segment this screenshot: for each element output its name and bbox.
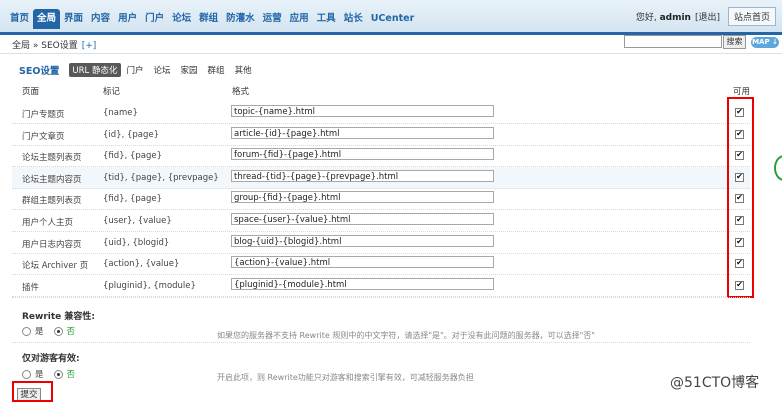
rewrite-yes-label: 是	[35, 327, 44, 337]
guest-only-options: 是 否	[22, 368, 75, 380]
header-enabled: 可用	[733, 87, 751, 97]
enabled-column-highlight	[727, 97, 754, 298]
guest-no-label: 否	[66, 370, 76, 380]
row-format-input[interactable]: {pluginid}-{module}.html	[231, 277, 494, 290]
row-page-name: 论坛主题内容页	[22, 174, 82, 185]
row-page-name: 用户日志内容页	[22, 239, 82, 250]
row-format-input[interactable]: topic-{name}.html	[231, 105, 494, 117]
row-page-name: 门户专题页	[22, 110, 65, 120]
row-format-input[interactable]: forum-{fid}-{page}.html	[231, 148, 494, 161]
rewrite-compat-title: Rewrite 兼容性:	[22, 312, 96, 322]
table-row: 插件 {pluginid}, {module} {pluginid}-{module…	[12, 275, 750, 297]
row-page-name: 插件	[22, 282, 40, 293]
rewrite-no-radio[interactable]	[53, 326, 63, 336]
row-format-input[interactable]: {action}-{value}.html	[231, 256, 494, 269]
table-row: 门户文章页 {id}, {page} article-{id}-{page}.htm…	[12, 124, 750, 146]
tab-home[interactable]: 家园	[181, 64, 198, 76]
table-row: 用户个人主页 {user}, {value} space-{user}-{value…	[12, 210, 750, 232]
user-area: 您好, admin [退出] 站点首页	[636, 7, 776, 26]
tab-group[interactable]: 群组	[208, 64, 225, 76]
nav-global[interactable]: 全局	[33, 9, 61, 29]
tab-other[interactable]: 其他	[235, 64, 252, 76]
row-mark: {id}, {page}	[103, 129, 160, 140]
map-button[interactable]: MAP ↓	[751, 37, 779, 48]
nav-webmaster[interactable]: 站长	[340, 9, 367, 29]
row-mark: {fid}, {page}	[103, 194, 163, 205]
nav-user[interactable]: 用户	[114, 9, 141, 29]
table-row: 用户日志内容页 {uid}, {blogid} blog-{uid}-{blogid…	[12, 232, 750, 254]
row-page-name: 论坛主题列表页	[22, 153, 82, 164]
row-mark: {tid}, {page}, {prevpage}	[103, 172, 219, 183]
guest-yes-radio[interactable]	[22, 369, 31, 379]
divider	[12, 342, 750, 343]
side-widget[interactable]	[774, 155, 782, 181]
tab-url-static[interactable]: URL 静态化	[69, 63, 121, 77]
row-mark: {uid}, {blogid}	[103, 237, 170, 248]
guest-only-title: 仅对游客有效:	[22, 354, 80, 364]
table-row: 门户专题页 {name} topic-{name}.html ✔	[12, 102, 750, 124]
table-row: 论坛 Archiver 页 {action}, {value} {action}-{…	[12, 253, 750, 276]
add-shortcut-link[interactable]: [+]	[82, 41, 97, 51]
username: admin	[659, 13, 691, 23]
table-row: 论坛主题内容页 {tid}, {page}, {prevpage} thread-{…	[12, 166, 750, 189]
nav-apps[interactable]: 应用	[286, 9, 313, 29]
table-row: 论坛主题列表页 {fid}, {page} forum-{fid}-{page}.h…	[12, 145, 750, 168]
header-page: 页面	[22, 87, 40, 97]
nav-operation[interactable]: 运营	[259, 9, 286, 29]
main-nav: 首页 全局 界面 内容 用户 门户 论坛 群组 防灌水 运营 应用 工具 站长 …	[6, 9, 418, 29]
search-input[interactable]	[624, 35, 722, 48]
row-mark: {name}	[103, 108, 138, 118]
header-mark: 标记	[103, 87, 121, 97]
row-format-input[interactable]: thread-{tid}-{page}-{prevpage}.html	[231, 169, 494, 182]
header-format: 格式	[232, 87, 250, 97]
logout-link[interactable]: [退出]	[695, 10, 720, 23]
seo-tabs: SEO设置 URL 静态化 门户 论坛 家园 群组 其他	[19, 63, 262, 77]
watermark: @51CTO博客	[670, 375, 760, 391]
row-format-input[interactable]: blog-{uid}-{blogid}.html	[231, 234, 494, 247]
nav-antispam[interactable]: 防灌水	[222, 9, 259, 29]
rewrite-compat-options: 是 否	[22, 325, 75, 337]
guest-only-hint: 开启此项，则 Rewrite功能只对游客和搜索引擎有效，可减轻服务器负担	[217, 373, 474, 382]
site-home-button[interactable]: 站点首页	[727, 7, 776, 26]
tab-portal[interactable]: 门户	[127, 64, 144, 76]
row-mark: {user}, {value}	[103, 216, 172, 226]
row-page-name: 门户文章页	[22, 131, 65, 142]
row-page-name: 群组主题列表页	[22, 196, 82, 207]
table-row: 群组主题列表页 {fid}, {page} group-{fid}-{page}.h…	[12, 188, 750, 211]
row-mark: {action}, {value}	[103, 259, 180, 270]
nav-portal[interactable]: 门户	[141, 9, 168, 29]
rewrite-no-label: 否	[66, 327, 76, 337]
row-page-name: 论坛 Archiver 页	[22, 261, 89, 272]
section-title: SEO设置	[19, 66, 60, 77]
row-page-name: 用户个人主页	[22, 218, 74, 228]
search-button[interactable]: 搜索	[723, 35, 746, 49]
nav-interface[interactable]: 界面	[60, 9, 87, 29]
breadcrumb: 全局 » SEO设置 [+]	[12, 41, 97, 51]
top-nav-bar: 首页 全局 界面 内容 用户 门户 论坛 群组 防灌水 运营 应用 工具 站长 …	[0, 0, 782, 35]
guest-no-radio[interactable]	[53, 369, 63, 379]
nav-home[interactable]: 首页	[6, 9, 33, 29]
divider	[12, 297, 750, 298]
nav-ucenter[interactable]: UCenter	[367, 9, 419, 29]
rewrite-compat-hint: 如果您的服务器不支持 Rewrite 规则中的中文字符，请选择"是"。对于没有此…	[217, 331, 596, 340]
row-format-input[interactable]: group-{fid}-{page}.html	[231, 191, 494, 204]
nav-content[interactable]: 内容	[87, 9, 114, 29]
nav-group[interactable]: 群组	[195, 9, 222, 29]
row-mark: {fid}, {page}	[103, 151, 163, 162]
row-format-input[interactable]: space-{user}-{value}.html	[231, 213, 494, 225]
row-mark: {pluginid}, {module}	[103, 280, 196, 291]
row-format-input[interactable]: article-{id}-{page}.html	[231, 126, 494, 139]
nav-forum[interactable]: 论坛	[168, 9, 195, 29]
tab-forum[interactable]: 论坛	[154, 64, 171, 76]
submit-highlight	[12, 381, 53, 402]
rewrite-yes-radio[interactable]	[22, 326, 31, 336]
guest-yes-label: 是	[35, 370, 44, 380]
greeting: 您好, admin	[635, 13, 691, 23]
nav-tools[interactable]: 工具	[313, 9, 340, 29]
